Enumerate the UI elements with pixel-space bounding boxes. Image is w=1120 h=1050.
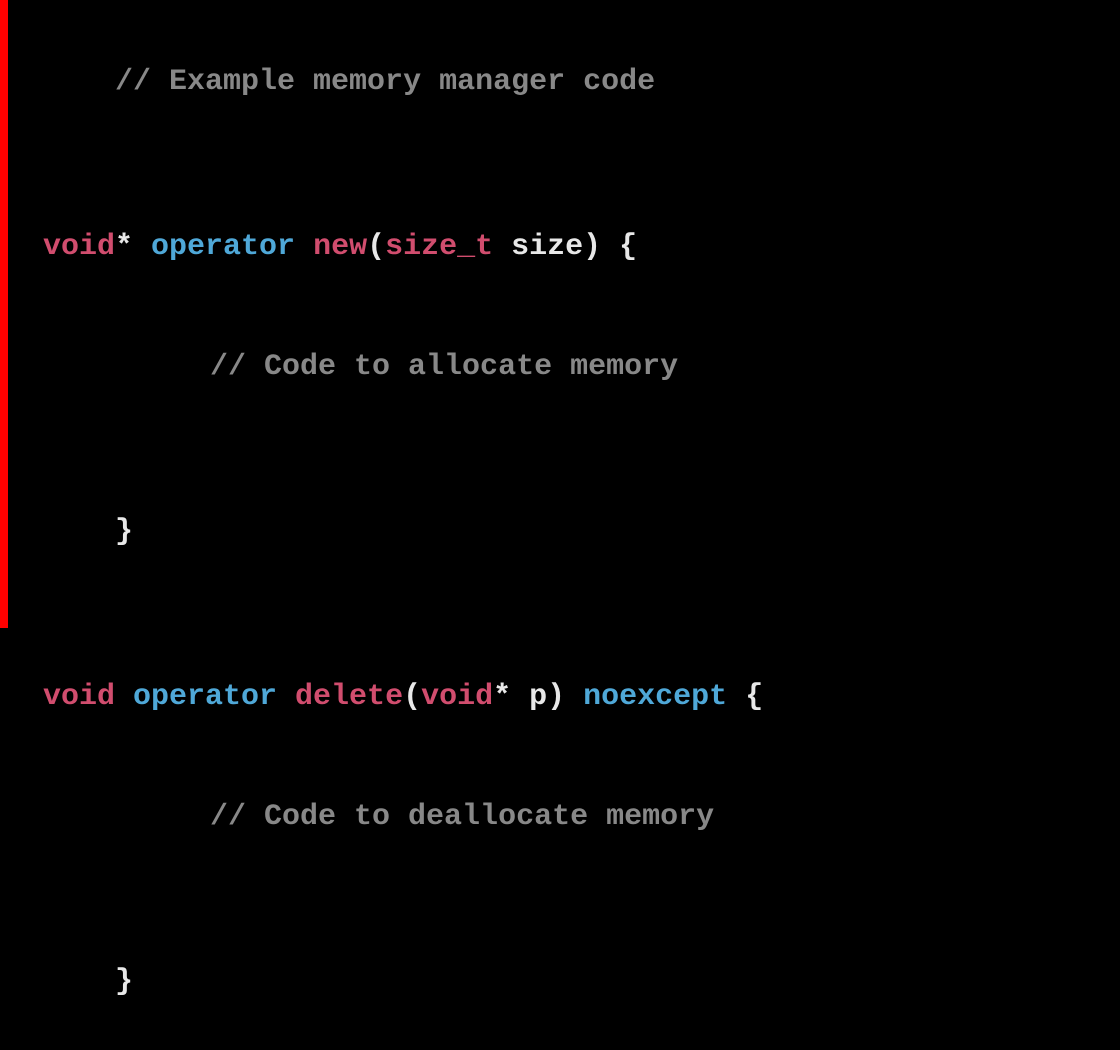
- brace-close: }: [115, 965, 133, 999]
- keyword-delete: delete: [277, 680, 403, 714]
- paren-close: ): [547, 680, 565, 714]
- type-sizet: size_t: [385, 230, 493, 264]
- brace-close: }: [115, 515, 133, 549]
- paren-open: (: [403, 680, 421, 714]
- code-line-brace-close: }: [43, 915, 1120, 1050]
- comment-text: // Code to allocate memory: [210, 350, 678, 384]
- comment-text: // Code to deallocate memory: [210, 800, 714, 834]
- blank-line: [43, 630, 1120, 675]
- keyword-operator: operator: [115, 680, 277, 714]
- code-block: // Example memory manager code void* ope…: [43, 15, 1120, 1050]
- keyword-void: void: [43, 230, 115, 264]
- code-line-new-signature: void* operator new(size_t size) {: [43, 225, 1120, 270]
- code-line-allocate-comment: // Code to allocate memory: [43, 300, 1120, 435]
- keyword-new: new: [295, 230, 367, 264]
- brace-open: {: [727, 680, 763, 714]
- type-void: void: [421, 680, 493, 714]
- code-line-delete-signature: void operator delete(void* p) noexcept {: [43, 675, 1120, 720]
- keyword-operator: operator: [133, 230, 295, 264]
- brace-open: {: [601, 230, 637, 264]
- keyword-void: void: [43, 680, 115, 714]
- param-size: size: [493, 230, 583, 264]
- blank-line: [43, 180, 1120, 225]
- pointer-star: *: [115, 230, 133, 264]
- paren-open: (: [367, 230, 385, 264]
- param-p: p: [511, 680, 547, 714]
- code-line-comment-header: // Example memory manager code: [43, 15, 1120, 150]
- comment-text: // Example memory manager code: [115, 65, 655, 99]
- keyword-noexcept: noexcept: [565, 680, 727, 714]
- pointer-star: *: [493, 680, 511, 714]
- paren-close: ): [583, 230, 601, 264]
- code-line-deallocate-comment: // Code to deallocate memory: [43, 750, 1120, 885]
- code-line-brace-close: }: [43, 465, 1120, 600]
